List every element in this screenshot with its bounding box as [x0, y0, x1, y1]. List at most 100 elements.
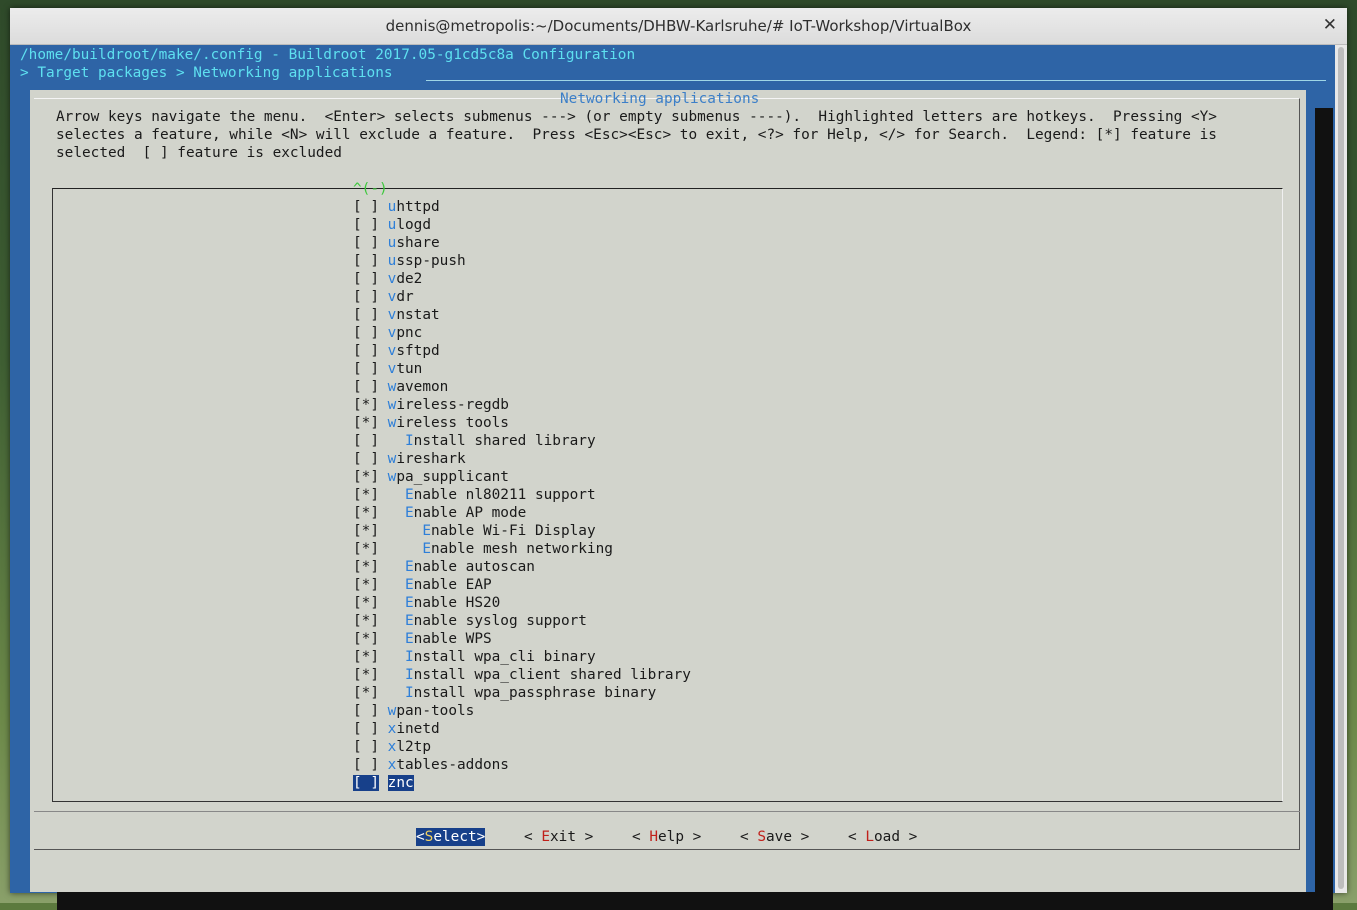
menu-item[interactable]: [*] wpa_supplicant [353, 468, 509, 486]
menu-item-checkbox[interactable]: [ ] [353, 775, 379, 791]
menu-item[interactable]: [*] wireless tools [353, 414, 509, 432]
menu-item[interactable]: [ ] wavemon [353, 378, 448, 396]
close-icon[interactable]: ✕ [1323, 15, 1337, 35]
button-save[interactable]: < Save > [740, 828, 809, 846]
menu-item-gap [379, 523, 388, 539]
menu-item-checkbox[interactable]: [*] [353, 397, 379, 413]
menu-item[interactable]: [ ] vpnc [353, 324, 422, 342]
menu-item-indent [388, 541, 423, 557]
menu-item-checkbox[interactable]: [ ] [353, 199, 379, 215]
menu-item-checkbox[interactable]: [*] [353, 685, 379, 701]
menu-item[interactable]: [*] Install wpa_passphrase binary [353, 684, 656, 702]
button-pre-text: < [632, 829, 650, 845]
menu-item-checkbox[interactable]: [*] [353, 469, 379, 485]
menu-item-checkbox[interactable]: [ ] [353, 721, 379, 737]
button-select[interactable]: <Select> [416, 828, 486, 846]
menu-item-checkbox[interactable]: [ ] [353, 361, 379, 377]
menu-item-indent [388, 649, 405, 665]
menu-item-label: tun [396, 361, 423, 377]
menu-item-checkbox[interactable]: [*] [353, 667, 379, 683]
menu-item-gap [379, 343, 388, 359]
menu-item[interactable]: [ ] ussp-push [353, 252, 466, 270]
menu-item[interactable]: [ ] vtun [353, 360, 422, 378]
menu-item[interactable]: [*] wireless-regdb [353, 396, 509, 414]
menu-item-checkbox[interactable]: [*] [353, 415, 379, 431]
button-pre-text: < [848, 829, 866, 845]
menu-item-checkbox[interactable]: [*] [353, 559, 379, 575]
menu-item-checkbox[interactable]: [*] [353, 577, 379, 593]
menu-item[interactable]: [ ] ushare [353, 234, 440, 252]
terminal-area[interactable]: /home/buildroot/make/.config - Buildroot… [10, 45, 1335, 910]
menu-item-gap [379, 397, 388, 413]
menu-item-label: de2 [396, 271, 423, 287]
menu-item[interactable]: [*] Enable autoscan [353, 558, 535, 576]
menu-item-checkbox[interactable]: [ ] [353, 289, 379, 305]
button-help[interactable]: < Help > [632, 828, 701, 846]
button-load[interactable]: < Load > [848, 828, 917, 846]
window-titlebar[interactable]: dennis@metropolis:~/Documents/DHBW-Karls… [10, 8, 1347, 45]
menu-item-checkbox[interactable]: [ ] [353, 343, 379, 359]
menu-item[interactable]: [*] Install wpa_cli binary [353, 648, 596, 666]
menu-item[interactable]: [ ] znc [353, 774, 414, 792]
menu-item[interactable]: [ ] vnstat [353, 306, 440, 324]
menu-item-checkbox[interactable]: [*] [353, 505, 379, 521]
menu-item-checkbox[interactable]: [ ] [353, 307, 379, 323]
menu-item-checkbox[interactable]: [ ] [353, 703, 379, 719]
menu-item-gap [379, 721, 388, 737]
menu-item[interactable]: [*] Enable syslog support [353, 612, 587, 630]
menu-item-label: ssp-push [396, 253, 466, 269]
menu-item[interactable]: [*] Enable WPS [353, 630, 492, 648]
menu-item[interactable]: [ ] ulogd [353, 216, 431, 234]
menu-item-checkbox[interactable]: [*] [353, 487, 379, 503]
menu-item-checkbox[interactable]: [*] [353, 523, 379, 539]
menu-item[interactable]: [ ] xinetd [353, 720, 440, 738]
scrollbar-thumb[interactable] [1338, 47, 1344, 889]
menu-item[interactable]: [ ] xl2tp [353, 738, 431, 756]
menu-item[interactable]: [*] Install wpa_client shared library [353, 666, 691, 684]
menu-item-indent [388, 523, 423, 539]
menu-item-checkbox[interactable]: [ ] [353, 253, 379, 269]
menu-item[interactable]: [*] Enable HS20 [353, 594, 500, 612]
menu-item-hotkey: I [405, 433, 414, 449]
menu-item[interactable]: [*] Enable mesh networking [353, 540, 613, 558]
menu-item-gap [379, 325, 388, 341]
menu-item[interactable]: [*] Enable Wi-Fi Display [353, 522, 596, 540]
menu-item-checkbox[interactable]: [*] [353, 649, 379, 665]
menu-item[interactable]: [ ] vdr [353, 288, 414, 306]
menu-item[interactable]: [ ] xtables-addons [353, 756, 509, 774]
menu-item-gap [379, 541, 388, 557]
menu-item-checkbox[interactable]: [ ] [353, 757, 379, 773]
dialog-title: Networking applications [560, 91, 760, 107]
menu-item-checkbox[interactable]: [ ] [353, 217, 379, 233]
menu-item[interactable]: [ ] Install shared library [353, 432, 596, 450]
menu-item-checkbox[interactable]: [ ] [353, 451, 379, 467]
menu-item[interactable]: [*] Enable nl80211 support [353, 486, 596, 504]
menu-item-checkbox[interactable]: [*] [353, 541, 379, 557]
menu-item-checkbox[interactable]: [ ] [353, 325, 379, 341]
menu-item[interactable]: [*] Enable AP mode [353, 504, 526, 522]
menu-item[interactable]: [ ] vsftpd [353, 342, 440, 360]
menu-item-checkbox[interactable]: [ ] [353, 379, 379, 395]
menu-item[interactable]: [ ] wpan-tools [353, 702, 474, 720]
menu-item[interactable]: [ ] wireshark [353, 450, 466, 468]
menu-item[interactable]: [*] Enable EAP [353, 576, 492, 594]
menu-item[interactable]: [ ] uhttpd [353, 198, 440, 216]
menu-item-gap [379, 577, 388, 593]
terminal-scrollbar[interactable] [1335, 45, 1347, 893]
menu-item-gap [379, 757, 388, 773]
menu-item[interactable]: [ ] vde2 [353, 270, 422, 288]
menu-item-label: nc [396, 775, 414, 791]
menu-item-checkbox[interactable]: [ ] [353, 433, 379, 449]
menu-item-checkbox[interactable]: [ ] [353, 739, 379, 755]
terminal-window: dennis@metropolis:~/Documents/DHBW-Karls… [10, 8, 1347, 910]
menu-list-box [52, 188, 1283, 802]
menu-item-checkbox[interactable]: [*] [353, 613, 379, 629]
button-separator [34, 811, 1300, 812]
menu-item-checkbox[interactable]: [*] [353, 631, 379, 647]
menu-item-label: httpd [396, 199, 440, 215]
menu-item-checkbox[interactable]: [ ] [353, 235, 379, 251]
menu-item-checkbox[interactable]: [ ] [353, 271, 379, 287]
button-exit[interactable]: < Exit > [524, 828, 593, 846]
menu-item-gap [379, 667, 388, 683]
menu-item-checkbox[interactable]: [*] [353, 595, 379, 611]
